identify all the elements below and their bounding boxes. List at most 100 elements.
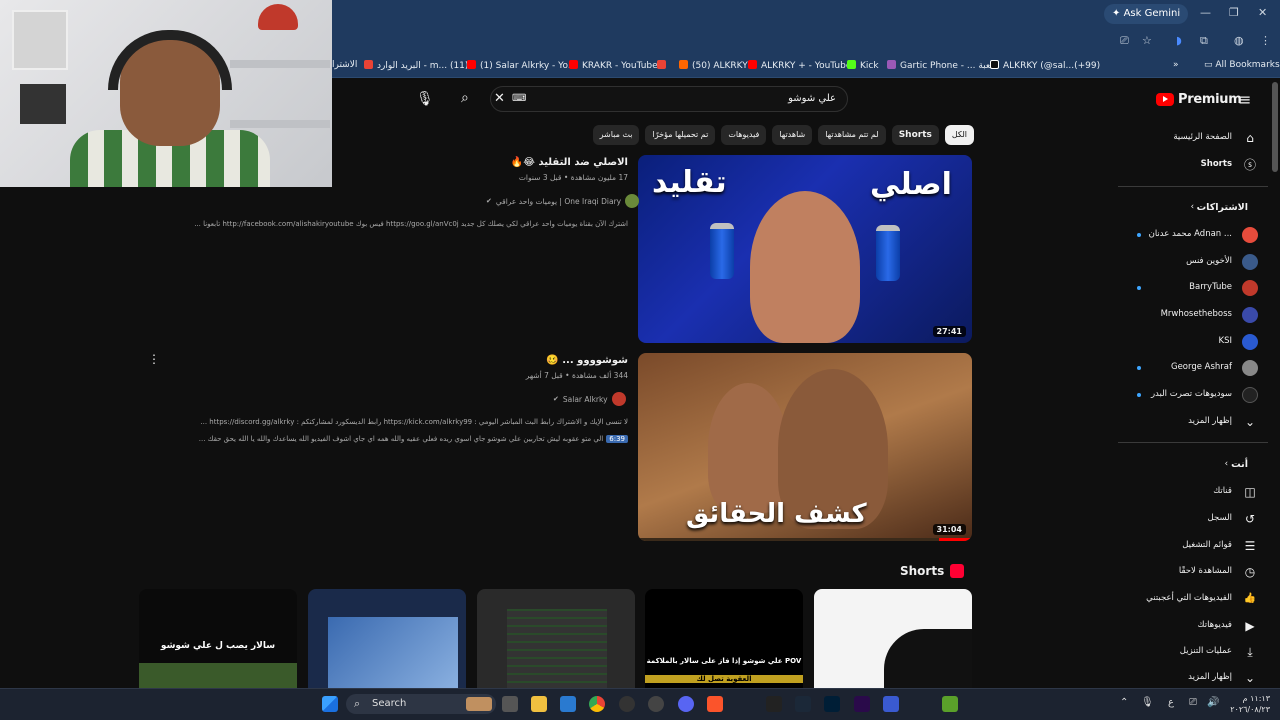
video-thumbnail[interactable]: تقليد اصلي 27:41 xyxy=(638,155,972,343)
bookmark-item[interactable]: ALKRKY (@sal...(+99) xyxy=(990,60,1100,71)
chip-watched[interactable]: شاهدتها xyxy=(772,125,813,145)
windows-start-icon[interactable] xyxy=(322,696,338,712)
search-icon[interactable]: ⌕ xyxy=(461,90,469,106)
bookmark-item[interactable]: (1) Salar Alkrky - Yo... xyxy=(467,60,576,71)
sidebar-you-heading[interactable]: أنت ‹ xyxy=(1118,454,1258,476)
short-card[interactable] xyxy=(477,589,635,689)
settings-gear-icon[interactable] xyxy=(648,696,664,712)
sidebar-item-subscription[interactable]: الأخوين فنس xyxy=(1118,251,1258,273)
hamburger-menu-icon[interactable]: ≡ xyxy=(1238,90,1251,109)
minecraft-icon[interactable] xyxy=(942,696,958,712)
network-icon[interactable]: ⎚ xyxy=(1189,697,1197,708)
sidebar-item-subscription[interactable]: George Ashraf xyxy=(1118,357,1258,379)
close-icon[interactable]: ✕ xyxy=(1258,6,1267,19)
discord-icon[interactable] xyxy=(678,696,694,712)
video-description: اشترك الآن بقناة يوميات واحد عراقي لكي ي… xyxy=(194,220,628,228)
bookmark-item[interactable]: البريد الوارد - m... (11) xyxy=(364,60,468,71)
thumbnail-person xyxy=(708,383,788,513)
brave-icon[interactable] xyxy=(707,696,723,712)
chip-live[interactable]: بث مباشر xyxy=(592,125,640,145)
tray-overflow-icon[interactable]: ⌃ xyxy=(1120,697,1128,708)
app-icon[interactable] xyxy=(883,696,899,712)
sidebar-item-your-channel[interactable]: ◫ قناتك xyxy=(1118,481,1258,503)
bookmark-item[interactable]: (50) ALKRKY xyxy=(679,60,748,71)
video-title[interactable]: شوشوووو ... 🥴 xyxy=(208,355,628,366)
premiere-icon[interactable] xyxy=(854,696,870,712)
sidebar-item-subscription[interactable]: سوديوهات تصرت البدر xyxy=(1118,384,1258,406)
sidebar-item-subscription[interactable]: محمد عدنان Adnan ... xyxy=(1118,224,1258,246)
sidebar-item-subscription[interactable]: BarryTube xyxy=(1118,277,1258,299)
shorts-icon: ⓢ xyxy=(1243,158,1256,172)
mic-icon[interactable]: 🎙 xyxy=(416,91,434,107)
video-duration: 27:41 xyxy=(932,326,966,337)
sidebar-item-subscription[interactable]: Mrwhosetheboss xyxy=(1118,304,1258,326)
sidebar-scrollbar[interactable] xyxy=(1272,82,1278,172)
taskbar-clock[interactable]: ١١:١٣ م ٢٠٢٦/٠٨/٢٣ xyxy=(1222,693,1270,715)
chip-videos[interactable]: فيديوهات xyxy=(721,125,767,145)
minimize-icon[interactable]: — xyxy=(1200,6,1211,19)
chip-recently-uploaded[interactable]: تم تحميلها مؤخرًا xyxy=(645,125,716,145)
channel-row[interactable]: ✔ Salar Alkrky xyxy=(553,392,626,406)
volume-icon[interactable]: 🔊 xyxy=(1207,697,1219,708)
short-card[interactable]: علي شوشو إذا فاز على سالار بالملاكمة POV… xyxy=(645,589,803,689)
sidebar-item-history[interactable]: ↺ السجل xyxy=(1118,508,1258,530)
bookmark-item[interactable]: ALKRKY + - YouTube xyxy=(748,60,851,71)
video-title[interactable]: الاصلي ضد التقليد 😂🔥 xyxy=(208,157,628,168)
sidebar-show-more[interactable]: ⌄ إظهار المزيد xyxy=(1118,411,1258,433)
obs-icon[interactable] xyxy=(619,696,635,712)
bookmark-item[interactable]: Gartic Phone - ... لعبة xyxy=(887,60,993,71)
profile-avatar[interactable]: ◍ xyxy=(1234,34,1244,47)
steam-icon[interactable] xyxy=(795,696,811,712)
sidebar-item-watch-later[interactable]: ◷ المشاهدة لاحقًا xyxy=(1118,561,1258,583)
channel-avatar xyxy=(1242,307,1258,323)
bookmarks-overflow-icon[interactable]: » xyxy=(1173,60,1179,70)
mic-tray-icon[interactable]: 🎙 xyxy=(1141,697,1154,708)
channel-avatar xyxy=(1242,334,1258,350)
file-explorer-icon[interactable] xyxy=(531,696,547,712)
bookmark-item[interactable] xyxy=(657,60,670,71)
all-bookmarks-button[interactable]: ▭ All Bookmarks xyxy=(1204,60,1280,70)
chrome-icon[interactable] xyxy=(589,696,605,712)
menu-kebab-icon[interactable]: ⋮ xyxy=(1260,34,1271,47)
extension-icon[interactable]: ◗ xyxy=(1176,34,1182,47)
chevron-down-icon: ⌄ xyxy=(1244,671,1256,685)
bookmark-star-icon[interactable]: ☆ xyxy=(1142,34,1152,47)
bookmark-item[interactable]: Kick xyxy=(847,60,879,71)
channel-row[interactable]: ✔ يوميات واحد عراقي | One Iraqi Diary xyxy=(486,194,640,208)
app-icon[interactable] xyxy=(766,696,782,712)
chip-unwatched[interactable]: لم تتم مشاهدتها xyxy=(818,125,886,145)
photoshop-icon[interactable] xyxy=(824,696,840,712)
language-indicator[interactable]: ع xyxy=(1168,697,1174,708)
short-card[interactable]: سالار يصب ل علي شوشو xyxy=(139,589,297,689)
sidebar-subscriptions-heading[interactable]: الاشتراكات ‹ xyxy=(1118,197,1258,219)
search-input[interactable]: علي شوشو xyxy=(520,93,836,104)
sidebar-item-playlists[interactable]: ☰ قوائم التشغيل xyxy=(1118,535,1258,557)
youtube-logo[interactable]: Premium xyxy=(1156,92,1242,107)
short-card[interactable] xyxy=(814,589,972,689)
extensions-puzzle-icon[interactable]: ⧉ xyxy=(1200,34,1208,48)
task-view-icon[interactable] xyxy=(502,696,518,712)
shelf-object xyxy=(20,84,66,124)
sidebar-item-subscription[interactable]: KSI xyxy=(1118,331,1258,353)
clear-search-icon[interactable]: ✕ xyxy=(494,91,505,106)
install-icon[interactable]: ⎚ xyxy=(1120,34,1129,48)
ask-gemini-button[interactable]: ✦ Ask Gemini xyxy=(1104,4,1189,24)
video-thumbnail[interactable]: كشف الحقائق 31:04 xyxy=(638,353,972,541)
sidebar-show-more[interactable]: ⌄ إظهار المزيد xyxy=(1118,667,1258,689)
sidebar-item-your-videos[interactable]: ▶ فيديوهاتك xyxy=(1118,615,1258,637)
sidebar-item-shorts[interactable]: ⓢ Shorts xyxy=(1118,154,1258,176)
chip-all[interactable]: الكل xyxy=(944,125,974,145)
playlists-icon: ☰ xyxy=(1244,539,1256,553)
bookmark-item[interactable]: KRAKR - YouTube xyxy=(569,60,658,71)
short-card[interactable] xyxy=(308,589,466,689)
sidebar-item-home[interactable]: ⌂ الصفحة الرئيسية xyxy=(1118,127,1258,149)
bookmark-item[interactable]: الاشترا xyxy=(332,60,357,70)
sidebar-item-downloads[interactable]: ⤓ عمليات التنزيل xyxy=(1118,641,1258,663)
maximize-icon[interactable]: ❐ xyxy=(1229,6,1239,19)
more-actions-icon[interactable]: ⋮ xyxy=(148,352,160,366)
channel-avatar xyxy=(1242,360,1258,376)
store-icon[interactable] xyxy=(560,696,576,712)
timestamp-badge[interactable]: 6:39 xyxy=(606,435,628,443)
sidebar-item-liked-videos[interactable]: 👍 الفيديوهات التي أعجبتني xyxy=(1118,588,1258,610)
chip-shorts[interactable]: Shorts xyxy=(891,125,939,145)
